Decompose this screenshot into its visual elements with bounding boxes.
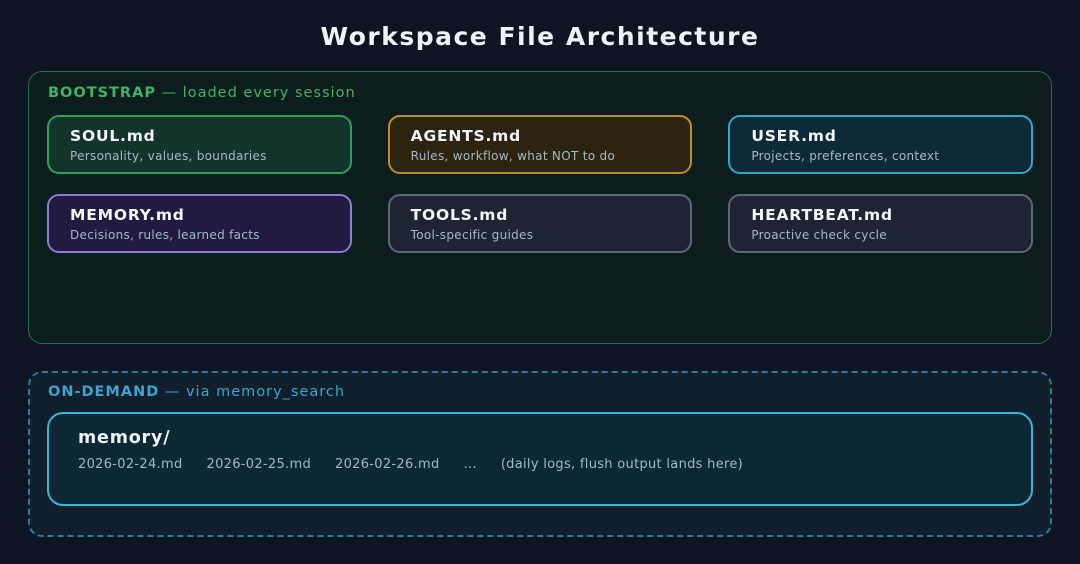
file-card-soul: SOUL.md Personality, values, boundaries xyxy=(47,115,352,174)
ondemand-section-label: ON-DEMAND xyxy=(48,384,159,400)
memory-file: 2026-02-25.md xyxy=(207,457,312,472)
memory-file-ellipsis: ... xyxy=(464,457,477,472)
memory-folder-note: (daily logs, flush output lands here) xyxy=(501,457,743,472)
memory-file: 2026-02-26.md xyxy=(335,457,440,472)
file-card-title: TOOLS.md xyxy=(411,205,670,226)
file-card-description: Projects, preferences, context xyxy=(751,149,1010,163)
memory-file-list: 2026-02-24.md 2026-02-25.md 2026-02-26.m… xyxy=(78,457,1002,472)
file-card-title: HEARTBEAT.md xyxy=(751,205,1010,226)
file-card-title: SOUL.md xyxy=(70,126,329,147)
file-card-heartbeat: HEARTBEAT.md Proactive check cycle xyxy=(728,194,1033,253)
file-card-memory: MEMORY.md Decisions, rules, learned fact… xyxy=(47,194,352,253)
page-title: Workspace File Architecture xyxy=(0,0,1080,52)
memory-folder-box: memory/ 2026-02-24.md 2026-02-25.md 2026… xyxy=(47,412,1033,506)
memory-file: 2026-02-24.md xyxy=(78,457,183,472)
ondemand-section-sublabel: — via memory_search xyxy=(165,384,345,400)
file-card-agents: AGENTS.md Rules, workflow, what NOT to d… xyxy=(388,115,693,174)
bootstrap-section-label: BOOTSTRAP xyxy=(48,85,156,101)
file-card-title: AGENTS.md xyxy=(411,126,670,147)
bootstrap-section-header: BOOTSTRAP — loaded every session xyxy=(47,85,1033,101)
file-card-description: Decisions, rules, learned facts xyxy=(70,228,329,242)
memory-folder-name: memory/ xyxy=(78,428,1002,448)
file-card-description: Tool-specific guides xyxy=(411,228,670,242)
file-card-description: Personality, values, boundaries xyxy=(70,149,329,163)
file-card-description: Proactive check cycle xyxy=(751,228,1010,242)
bootstrap-section-sublabel: — loaded every session xyxy=(162,85,356,101)
workspace-file-architecture-diagram: Workspace File Architecture BOOTSTRAP — … xyxy=(0,0,1080,564)
file-card-description: Rules, workflow, what NOT to do xyxy=(411,149,670,163)
bootstrap-card-grid: SOUL.md Personality, values, boundaries … xyxy=(47,115,1033,253)
ondemand-section: ON-DEMAND — via memory_search memory/ 20… xyxy=(28,371,1052,537)
file-card-title: USER.md xyxy=(751,126,1010,147)
file-card-tools: TOOLS.md Tool-specific guides xyxy=(388,194,693,253)
bootstrap-section: BOOTSTRAP — loaded every session SOUL.md… xyxy=(28,71,1052,344)
file-card-user: USER.md Projects, preferences, context xyxy=(728,115,1033,174)
file-card-title: MEMORY.md xyxy=(70,205,329,226)
ondemand-section-header: ON-DEMAND — via memory_search xyxy=(47,384,1033,400)
